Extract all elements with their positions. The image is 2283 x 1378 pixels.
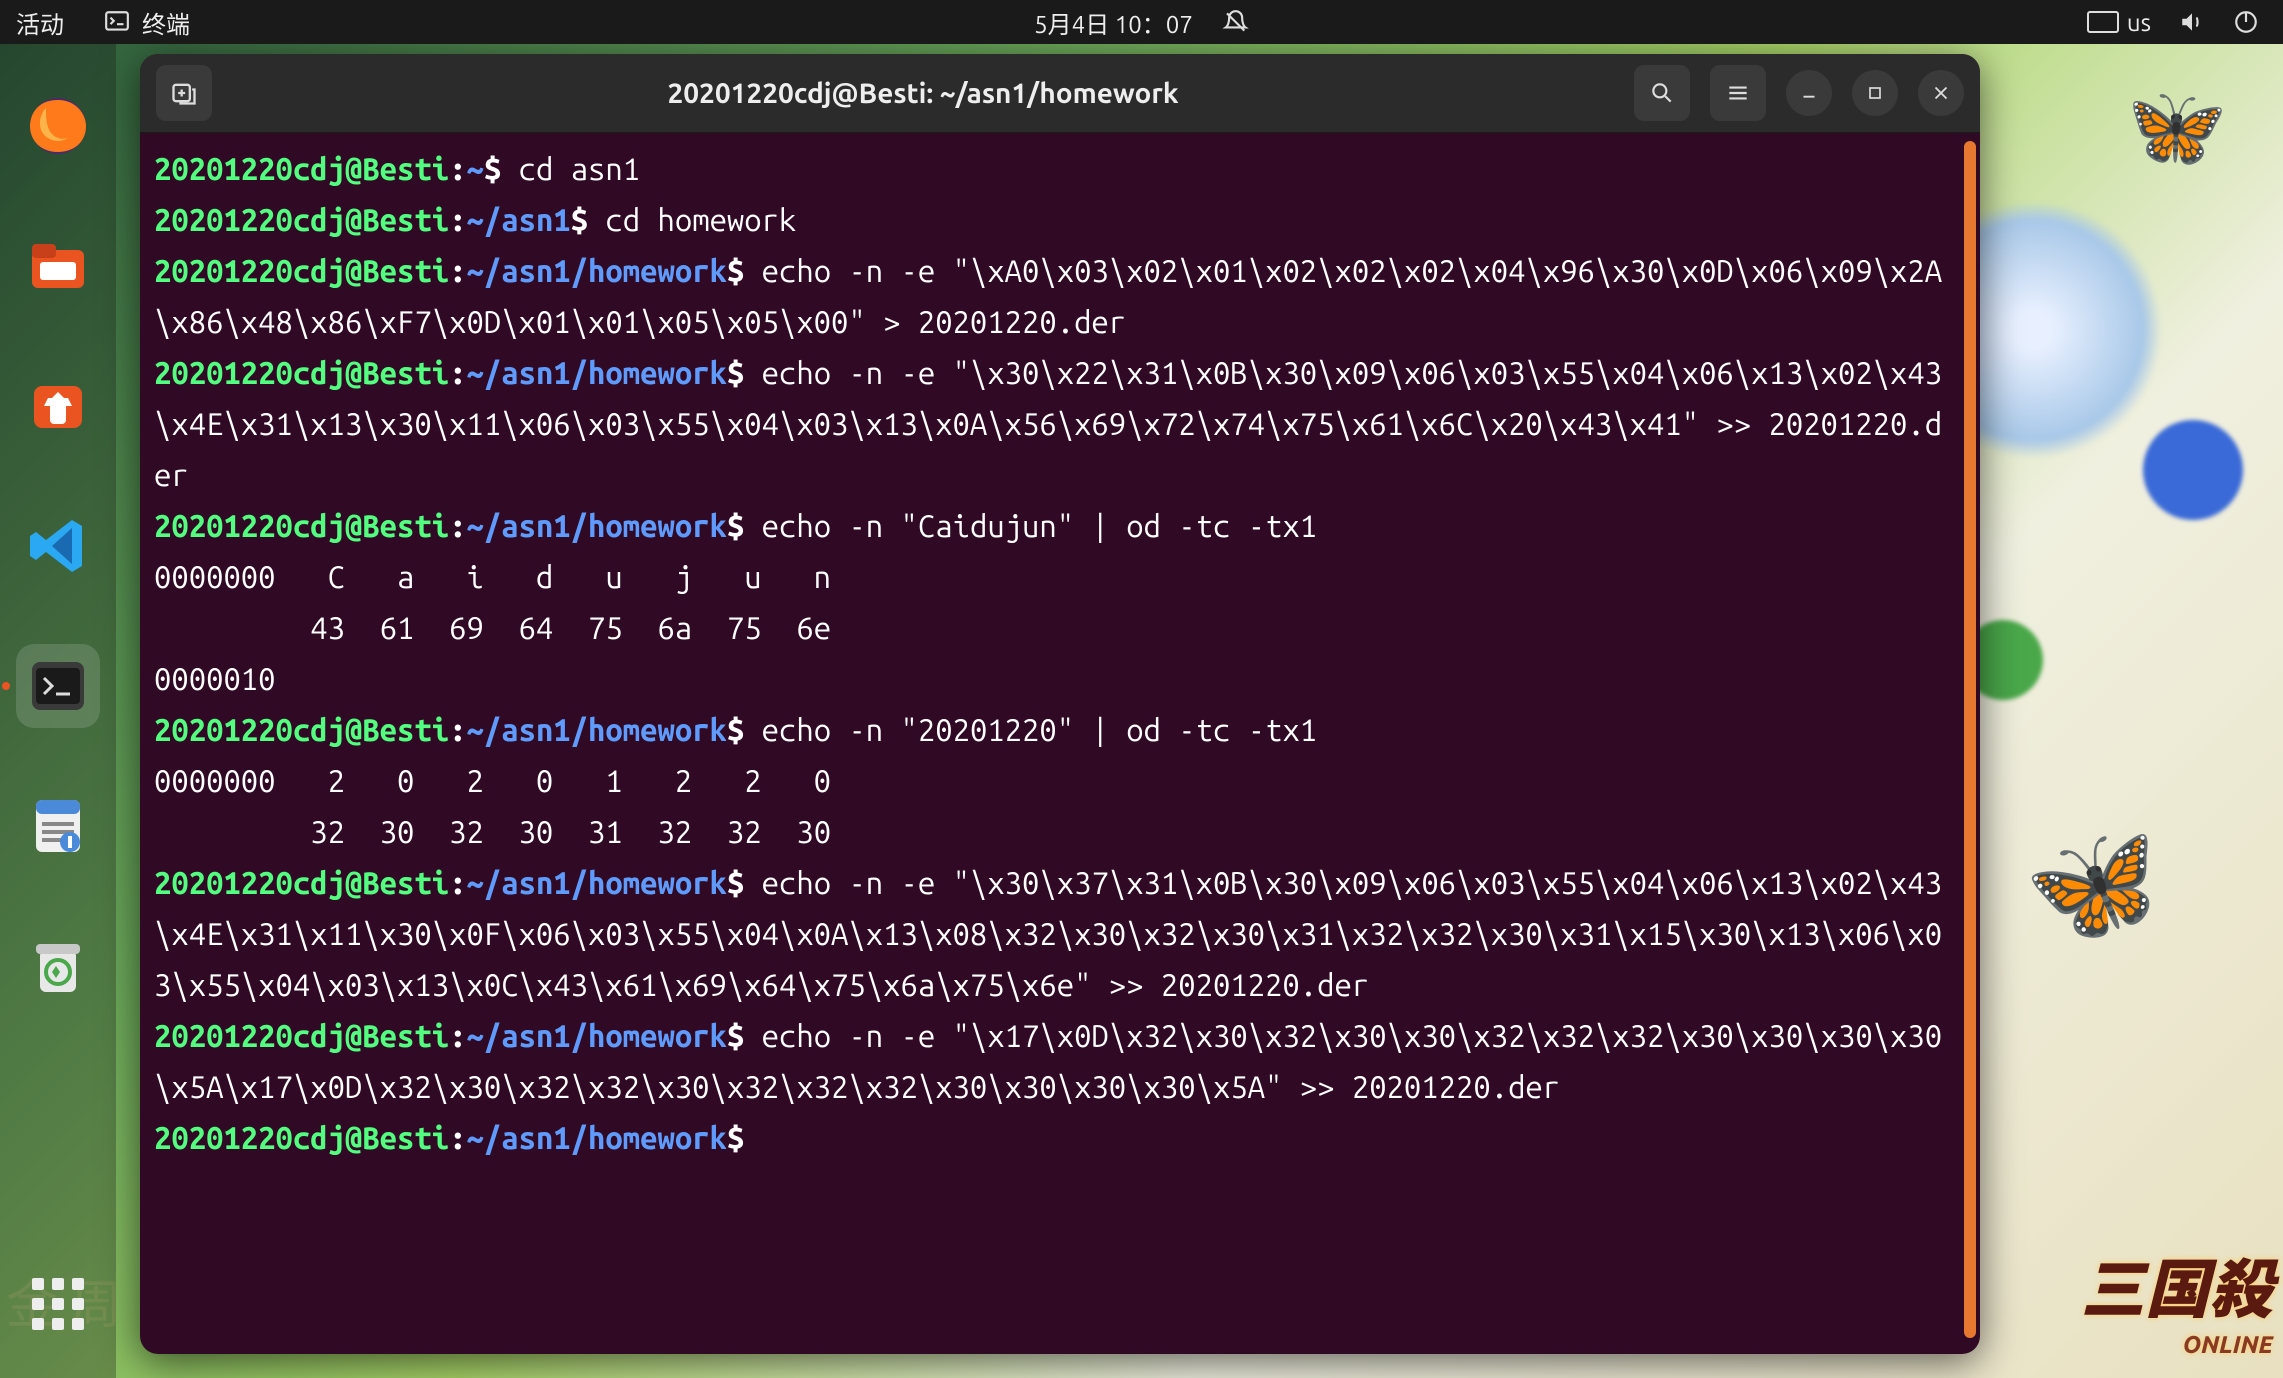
command-text: cd asn1: [519, 151, 641, 186]
command-text: cd homework: [605, 202, 796, 237]
prompt-path: ~/asn1/homework: [467, 355, 727, 390]
prompt-user: 20201220cdj@Besti: [154, 202, 449, 237]
prompt-user: 20201220cdj@Besti: [154, 355, 449, 390]
terminal-line: 20201220cdj@Besti:~/asn1/homework$ echo …: [154, 704, 1946, 755]
dock-firefox[interactable]: [16, 84, 100, 168]
ime-label: us: [2127, 9, 2151, 36]
search-button[interactable]: [1634, 65, 1690, 121]
terminal-body[interactable]: 20201220cdj@Besti:~$ cd asn120201220cdj@…: [140, 133, 1980, 1354]
prompt-sep: :: [449, 253, 466, 288]
prompt-path: ~/asn1/homework: [467, 1018, 727, 1053]
notifications-icon[interactable]: [1223, 9, 1249, 35]
input-method-indicator[interactable]: us: [2087, 9, 2151, 36]
prompt-dollar: $: [484, 151, 519, 186]
dock-software[interactable]: [16, 364, 100, 448]
prompt-path: ~/asn1/homework: [467, 1120, 727, 1155]
top-bar: 活动 终端 5月4日 10：07 us: [0, 0, 2283, 44]
window-title: 20201220cdj@Besti: ~/asn1/homework: [222, 78, 1624, 109]
app-menu[interactable]: 终端: [104, 5, 190, 40]
prompt-dollar: $: [727, 865, 762, 900]
dock-terminal[interactable]: [16, 644, 100, 728]
terminal-line: 43 61 69 64 75 6a 75 6e: [154, 602, 1946, 653]
clock[interactable]: 5月4日 10：07: [1034, 5, 1193, 40]
butterfly-icon: 🦋: [2016, 809, 2173, 961]
close-button[interactable]: [1918, 70, 1964, 116]
terminal-icon: [104, 9, 130, 35]
prompt-dollar: $: [571, 202, 606, 237]
prompt-sep: :: [449, 202, 466, 237]
game-watermark: 三国殺 ONLINE: [2081, 1239, 2273, 1358]
prompt-user: 20201220cdj@Besti: [154, 1018, 449, 1053]
app-menu-label: 终端: [142, 5, 190, 40]
prompt-user: 20201220cdj@Besti: [154, 253, 449, 288]
prompt-sep: :: [449, 355, 466, 390]
prompt-sep: :: [449, 865, 466, 900]
prompt-user: 20201220cdj@Besti: [154, 865, 449, 900]
output-text: 32 30 32 30 31 32 32 30: [154, 814, 831, 849]
dock-trash[interactable]: [16, 924, 100, 1008]
new-tab-button[interactable]: [156, 65, 212, 121]
dock-files[interactable]: [16, 224, 100, 308]
terminal-window: 20201220cdj@Besti: ~/asn1/homework: [140, 54, 1980, 1354]
butterfly-icon: 🦋: [2113, 69, 2234, 186]
prompt-sep: :: [449, 508, 466, 543]
activities-button[interactable]: 活动: [16, 5, 64, 40]
scrollbar[interactable]: [1964, 141, 1976, 1338]
prompt-sep: :: [449, 1018, 466, 1053]
output-text: 0000010: [154, 661, 276, 696]
terminal-line: 0000000 C a i d u j u n: [154, 551, 1946, 602]
apps-grid-icon: [32, 1278, 84, 1330]
terminal-line: 20201220cdj@Besti:~$ cd asn1: [154, 143, 1946, 194]
terminal-line: 20201220cdj@Besti:~/asn1/homework$ echo …: [154, 857, 1946, 1010]
prompt-user: 20201220cdj@Besti: [154, 1120, 449, 1155]
terminal-line: 20201220cdj@Besti:~/asn1$ cd homework: [154, 194, 1946, 245]
dock: [0, 44, 116, 1378]
terminal-line: 20201220cdj@Besti:~/asn1/homework$ echo …: [154, 347, 1946, 500]
window-titlebar[interactable]: 20201220cdj@Besti: ~/asn1/homework: [140, 54, 1980, 133]
output-text: 43 61 69 64 75 6a 75 6e: [154, 610, 831, 645]
prompt-dollar: $: [727, 253, 762, 288]
command-text: echo -n "20201220" | od -tc -tx1: [762, 712, 1318, 747]
prompt-sep: :: [449, 712, 466, 747]
terminal-line: 20201220cdj@Besti:~/asn1/homework$ echo …: [154, 245, 1946, 347]
prompt-sep: :: [449, 1120, 466, 1155]
terminal-line: 0000000 2 0 2 0 1 2 2 0: [154, 755, 1946, 806]
terminal-line: 20201220cdj@Besti:~/asn1/homework$ echo …: [154, 1010, 1946, 1112]
terminal-line: 32 30 32 30 31 32 32 30: [154, 806, 1946, 857]
show-applications[interactable]: [16, 1262, 100, 1346]
prompt-path: ~/asn1/homework: [467, 865, 727, 900]
output-text: 0000000 2 0 2 0 1 2 2 0: [154, 763, 831, 798]
terminal-line: 20201220cdj@Besti:~/asn1/homework$: [154, 1112, 1946, 1163]
prompt-user: 20201220cdj@Besti: [154, 508, 449, 543]
terminal-line: 20201220cdj@Besti:~/asn1/homework$ echo …: [154, 500, 1946, 551]
hamburger-menu-button[interactable]: [1710, 65, 1766, 121]
minimize-button[interactable]: [1786, 70, 1832, 116]
prompt-path: ~: [467, 151, 484, 186]
volume-icon[interactable]: [2179, 9, 2205, 35]
maximize-button[interactable]: [1852, 70, 1898, 116]
prompt-path: ~/asn1/homework: [467, 508, 727, 543]
dock-text-editor[interactable]: [16, 784, 100, 868]
prompt-path: ~/asn1/homework: [467, 712, 727, 747]
prompt-dollar: $: [727, 355, 762, 390]
output-text: 0000000 C a i d u j u n: [154, 559, 831, 594]
prompt-dollar: $: [727, 1018, 762, 1053]
prompt-dollar: $: [727, 508, 762, 543]
power-icon[interactable]: [2233, 9, 2259, 35]
prompt-sep: :: [449, 151, 466, 186]
flower-decoration: [2143, 420, 2243, 520]
terminal-line: 0000010: [154, 653, 1946, 704]
prompt-dollar: $: [727, 712, 762, 747]
prompt-user: 20201220cdj@Besti: [154, 151, 449, 186]
prompt-user: 20201220cdj@Besti: [154, 712, 449, 747]
prompt-path: ~/asn1: [467, 202, 571, 237]
dock-vscode[interactable]: [16, 504, 100, 588]
prompt-dollar: $: [727, 1120, 762, 1155]
keyboard-icon: [2087, 11, 2119, 33]
command-text: echo -n "Caidujun" | od -tc -tx1: [762, 508, 1318, 543]
prompt-path: ~/asn1/homework: [467, 253, 727, 288]
